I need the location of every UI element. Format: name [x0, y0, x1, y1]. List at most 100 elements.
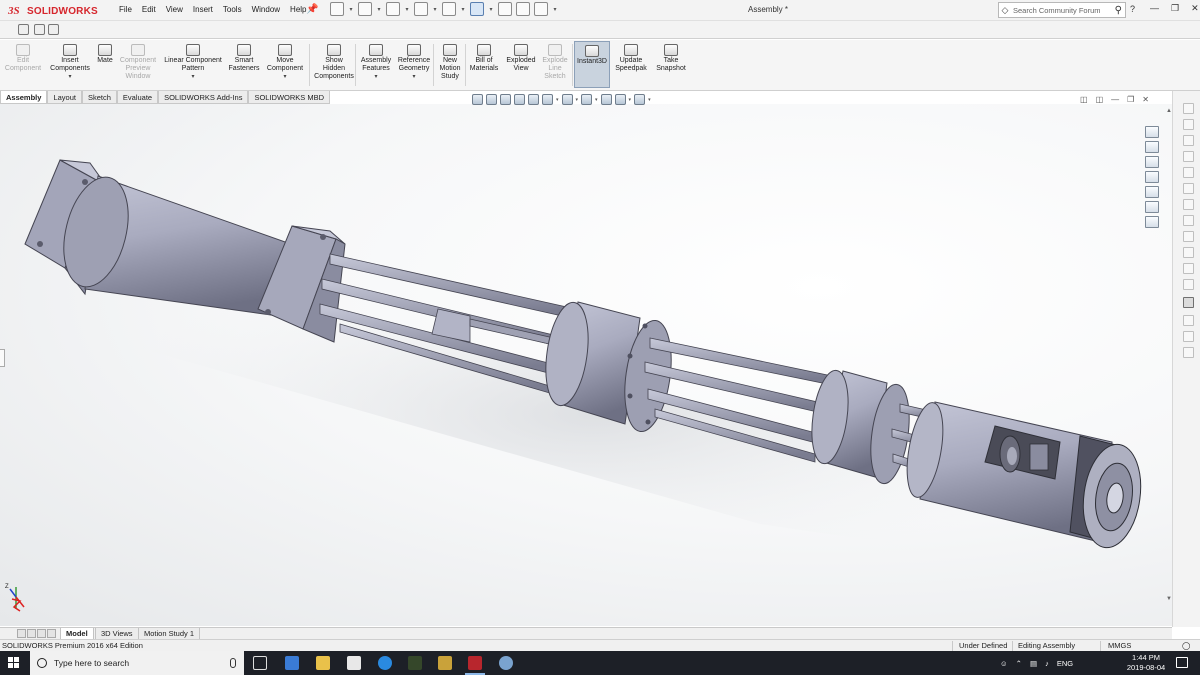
insert-components-button[interactable]: Insert Components ▾	[48, 44, 92, 81]
windows-start-icon[interactable]	[8, 657, 20, 669]
mail-icon[interactable]	[347, 656, 361, 670]
language-indicator[interactable]: ENG	[1057, 659, 1073, 668]
first-tab-icon[interactable]	[17, 629, 26, 638]
pin-icon[interactable]: 📌	[306, 4, 318, 15]
menu-edit[interactable]: Edit	[137, 5, 161, 14]
open-folder-icon[interactable]	[358, 2, 372, 16]
new-dropdown-icon[interactable]: ▾	[348, 6, 354, 13]
linear-pattern-button[interactable]: Linear Component Pattern ▾	[162, 44, 224, 81]
tab-addins[interactable]: SOLIDWORKS Add-Ins	[158, 91, 249, 104]
design-library-icon[interactable]	[1145, 141, 1159, 153]
open-dropdown-icon[interactable]: ▾	[376, 6, 382, 13]
taskbar-clock[interactable]: 1:44 PM 2019-08-04	[1124, 653, 1168, 673]
view-orientation-dropdown-icon[interactable]: ▾	[556, 97, 559, 103]
exploded-view-button[interactable]: Exploded View	[504, 44, 538, 73]
taskbar-search-box[interactable]: Type here to search	[30, 651, 244, 675]
previous-view-icon[interactable]	[500, 94, 511, 105]
undo-dropdown-icon[interactable]: ▾	[460, 6, 466, 13]
hide-show-items-icon[interactable]	[581, 94, 593, 105]
restore-icon[interactable]: ❐	[1171, 3, 1179, 14]
smart-dimension-icon[interactable]	[1183, 297, 1194, 308]
polygon-tool-icon[interactable]	[1183, 199, 1194, 210]
section-view-icon[interactable]	[514, 94, 525, 105]
last-tab-icon[interactable]	[47, 629, 56, 638]
options-dropdown-icon[interactable]: ▾	[552, 6, 558, 13]
camera-icon[interactable]	[18, 24, 29, 35]
dynamic-annotation-icon[interactable]	[528, 94, 539, 105]
spline-tool-icon[interactable]	[1183, 183, 1194, 194]
close-icon[interactable]: ✕	[1191, 3, 1199, 14]
mate-button[interactable]: Mate	[94, 44, 116, 65]
edge-browser-icon[interactable]	[378, 656, 392, 670]
relations-tool-icon[interactable]	[1183, 315, 1194, 326]
offset-tool-icon[interactable]	[1183, 347, 1194, 358]
view-settings-dropdown-icon[interactable]: ▾	[648, 97, 651, 103]
component-icon[interactable]	[34, 24, 45, 35]
dreamweaver-icon[interactable]	[408, 656, 422, 670]
smart-fasteners-button[interactable]: Smart Fasteners	[228, 44, 260, 73]
print-icon[interactable]	[414, 2, 428, 16]
people-icon[interactable]: ☺	[1000, 659, 1008, 668]
menu-view[interactable]: View	[161, 5, 188, 14]
store-icon[interactable]	[285, 656, 299, 670]
circle-tool-icon[interactable]	[1183, 151, 1194, 162]
new-document-icon[interactable]	[330, 2, 344, 16]
graphics-area[interactable]	[0, 104, 1172, 626]
hide-show-dropdown-icon[interactable]: ▾	[595, 97, 598, 103]
viewport-minimize-icon[interactable]: —	[1111, 95, 1119, 104]
zoom-to-fit-icon[interactable]	[472, 94, 483, 105]
show-hidden-button[interactable]: Show Hidden Components	[313, 44, 355, 81]
scene-dropdown-icon[interactable]: ▾	[629, 97, 632, 103]
view-orientation-icon[interactable]	[542, 94, 553, 105]
microphone-icon[interactable]	[230, 658, 236, 668]
select-tool-icon[interactable]	[1183, 103, 1194, 114]
slot-tool-icon[interactable]	[1183, 215, 1194, 226]
tab-sketch[interactable]: Sketch	[81, 91, 117, 104]
solidworks-taskbar-icon[interactable]	[465, 656, 485, 675]
zoom-to-area-icon[interactable]	[486, 94, 497, 105]
solidworks-resources-icon[interactable]	[1145, 126, 1159, 138]
solidworks-forum-icon[interactable]	[1145, 216, 1159, 228]
assembly-model[interactable]	[0, 104, 1172, 626]
extend-tool-icon[interactable]	[1183, 279, 1194, 290]
file-manager-icon[interactable]	[438, 656, 452, 670]
snapshot-button[interactable]: Take Snapshot	[653, 44, 689, 73]
tile-right-icon[interactable]: ◫	[1096, 95, 1104, 104]
assembly-features-button[interactable]: Assembly Features ▾	[358, 44, 394, 81]
menu-tools[interactable]: Tools	[218, 5, 247, 14]
command-dropdown-icon[interactable]: ▾	[68, 73, 71, 81]
options-gear-icon[interactable]	[534, 2, 548, 16]
rectangle-tool-icon[interactable]	[1183, 119, 1194, 130]
volume-icon[interactable]: ♪	[1045, 659, 1049, 668]
edit-appearance-icon[interactable]	[600, 94, 612, 105]
undo-icon[interactable]	[442, 2, 456, 16]
view-settings-icon[interactable]	[634, 94, 646, 105]
notification-center-icon[interactable]	[1176, 657, 1188, 668]
select-cursor-icon[interactable]	[470, 2, 484, 16]
display-style-dropdown-icon[interactable]: ▾	[576, 97, 579, 103]
knurled-end-cap[interactable]	[1069, 435, 1147, 551]
menu-file[interactable]: File	[114, 5, 137, 14]
trim-tool-icon[interactable]	[1183, 263, 1194, 274]
chamfer-tool-icon[interactable]	[1183, 247, 1194, 258]
show-hidden-icons[interactable]: ⌃	[1016, 659, 1022, 668]
edit-component-button[interactable]: Edit Component	[4, 44, 42, 73]
save-icon[interactable]	[386, 2, 400, 16]
tab-evaluate[interactable]: Evaluate	[116, 91, 159, 104]
save-dropdown-icon[interactable]: ▾	[404, 6, 410, 13]
mirror-tool-icon[interactable]	[1183, 331, 1194, 342]
appearances-icon[interactable]	[1145, 186, 1159, 198]
tab-assembly[interactable]: Assembly	[0, 91, 48, 104]
menu-insert[interactable]: Insert	[188, 5, 218, 14]
line-tool-icon[interactable]	[1183, 135, 1194, 146]
viewport-close-icon[interactable]: ✕	[1142, 95, 1149, 104]
search-icon[interactable]: ⚲	[1115, 5, 1125, 16]
help-button[interactable]: ?	[1130, 4, 1135, 14]
app-icon[interactable]	[499, 656, 513, 670]
command-dropdown-icon[interactable]: ▾	[412, 73, 415, 81]
minimize-icon[interactable]: —	[1150, 3, 1159, 14]
unit-system[interactable]: MMGS	[1108, 641, 1131, 650]
file-properties-icon[interactable]	[516, 2, 530, 16]
tab-layout[interactable]: Layout	[47, 91, 82, 104]
command-dropdown-icon[interactable]: ▾	[283, 73, 286, 81]
